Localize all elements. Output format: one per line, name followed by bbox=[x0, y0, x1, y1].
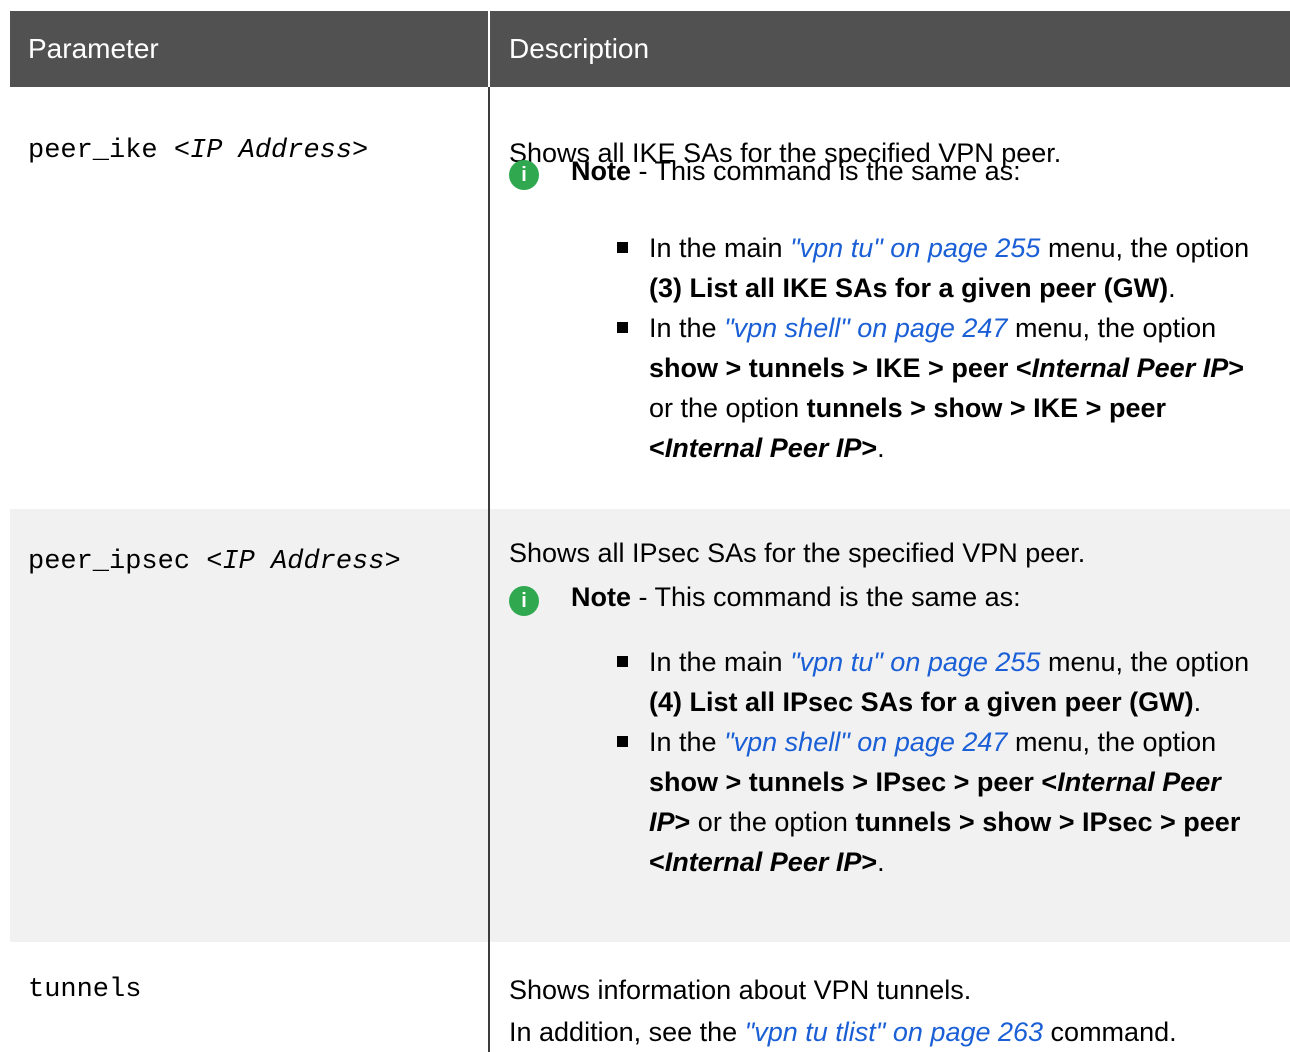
note-text: - This command is the same as: bbox=[631, 156, 1021, 186]
info-icon: i bbox=[509, 586, 539, 616]
list-item: In the "vpn shell" on page 247 menu, the… bbox=[617, 722, 1269, 882]
column-divider bbox=[488, 87, 490, 509]
xref-link-vpn-shell[interactable]: "vpn shell" on page 247 bbox=[724, 727, 1007, 757]
option-text: (4) List all IPsec SAs for a given peer … bbox=[649, 687, 1194, 717]
bullet-icon bbox=[617, 242, 628, 253]
param-argument: <IP Address> bbox=[173, 136, 369, 166]
description-see-also: In addition, see the "vpn tu tlist" on p… bbox=[509, 1017, 1177, 1047]
list-item: In the main "vpn tu" on page 255 menu, t… bbox=[617, 228, 1269, 308]
column-divider bbox=[488, 509, 490, 942]
xref-link-vpn-shell[interactable]: "vpn shell" on page 247 bbox=[724, 313, 1007, 343]
list-item: In the main "vpn tu" on page 255 menu, t… bbox=[617, 642, 1269, 722]
info-icon: i bbox=[509, 160, 539, 190]
parameter-table: Parameter Description peer_ike <IP Addre… bbox=[10, 11, 1290, 1052]
header-description: Description bbox=[509, 33, 650, 64]
note-label: Note bbox=[571, 582, 631, 612]
note-text: - This command is the same as: bbox=[631, 582, 1021, 612]
table-row: peer_ipsec <IP Address> Shows all IPsec … bbox=[10, 509, 1290, 942]
param-cell: peer_ipsec <IP Address> bbox=[28, 545, 401, 579]
note-list: In the main "vpn tu" on page 255 menu, t… bbox=[617, 228, 1269, 468]
description-summary: Shows all IPsec SAs for the specified VP… bbox=[509, 538, 1086, 568]
header-parameter: Parameter bbox=[28, 33, 159, 64]
bullet-icon bbox=[617, 656, 628, 667]
note-list: In the main "vpn tu" on page 255 menu, t… bbox=[617, 642, 1269, 882]
bullet-icon bbox=[617, 322, 628, 333]
table-header: Parameter Description bbox=[10, 11, 1290, 87]
header-divider bbox=[488, 11, 490, 87]
xref-link-vpn-tu-tlist[interactable]: "vpn tu tlist" on page 263 bbox=[745, 1017, 1043, 1047]
xref-link-vpn-tu[interactable]: "vpn tu" on page 255 bbox=[790, 647, 1040, 677]
param-argument: <IP Address> bbox=[206, 547, 401, 577]
description-summary: Shows information about VPN tunnels. bbox=[509, 975, 972, 1005]
param-cell: peer_ike <IP Address> bbox=[28, 134, 368, 168]
option-text: (3) List all IKE SAs for a given peer (G… bbox=[649, 273, 1169, 303]
table-row: peer_ike <IP Address> Shows all IKE SAs … bbox=[10, 87, 1290, 509]
xref-link-vpn-tu[interactable]: "vpn tu" on page 255 bbox=[790, 233, 1040, 263]
param-name: peer_ipsec bbox=[28, 547, 207, 577]
table-row: tunnels Shows information about VPN tunn… bbox=[10, 942, 1290, 1052]
column-divider bbox=[488, 942, 490, 1052]
note-label: Note bbox=[571, 156, 631, 186]
param-name: tunnels bbox=[28, 975, 142, 1005]
list-item: In the "vpn shell" on page 247 menu, the… bbox=[617, 308, 1269, 468]
param-name: peer_ike bbox=[28, 136, 174, 166]
bullet-icon bbox=[617, 736, 628, 747]
